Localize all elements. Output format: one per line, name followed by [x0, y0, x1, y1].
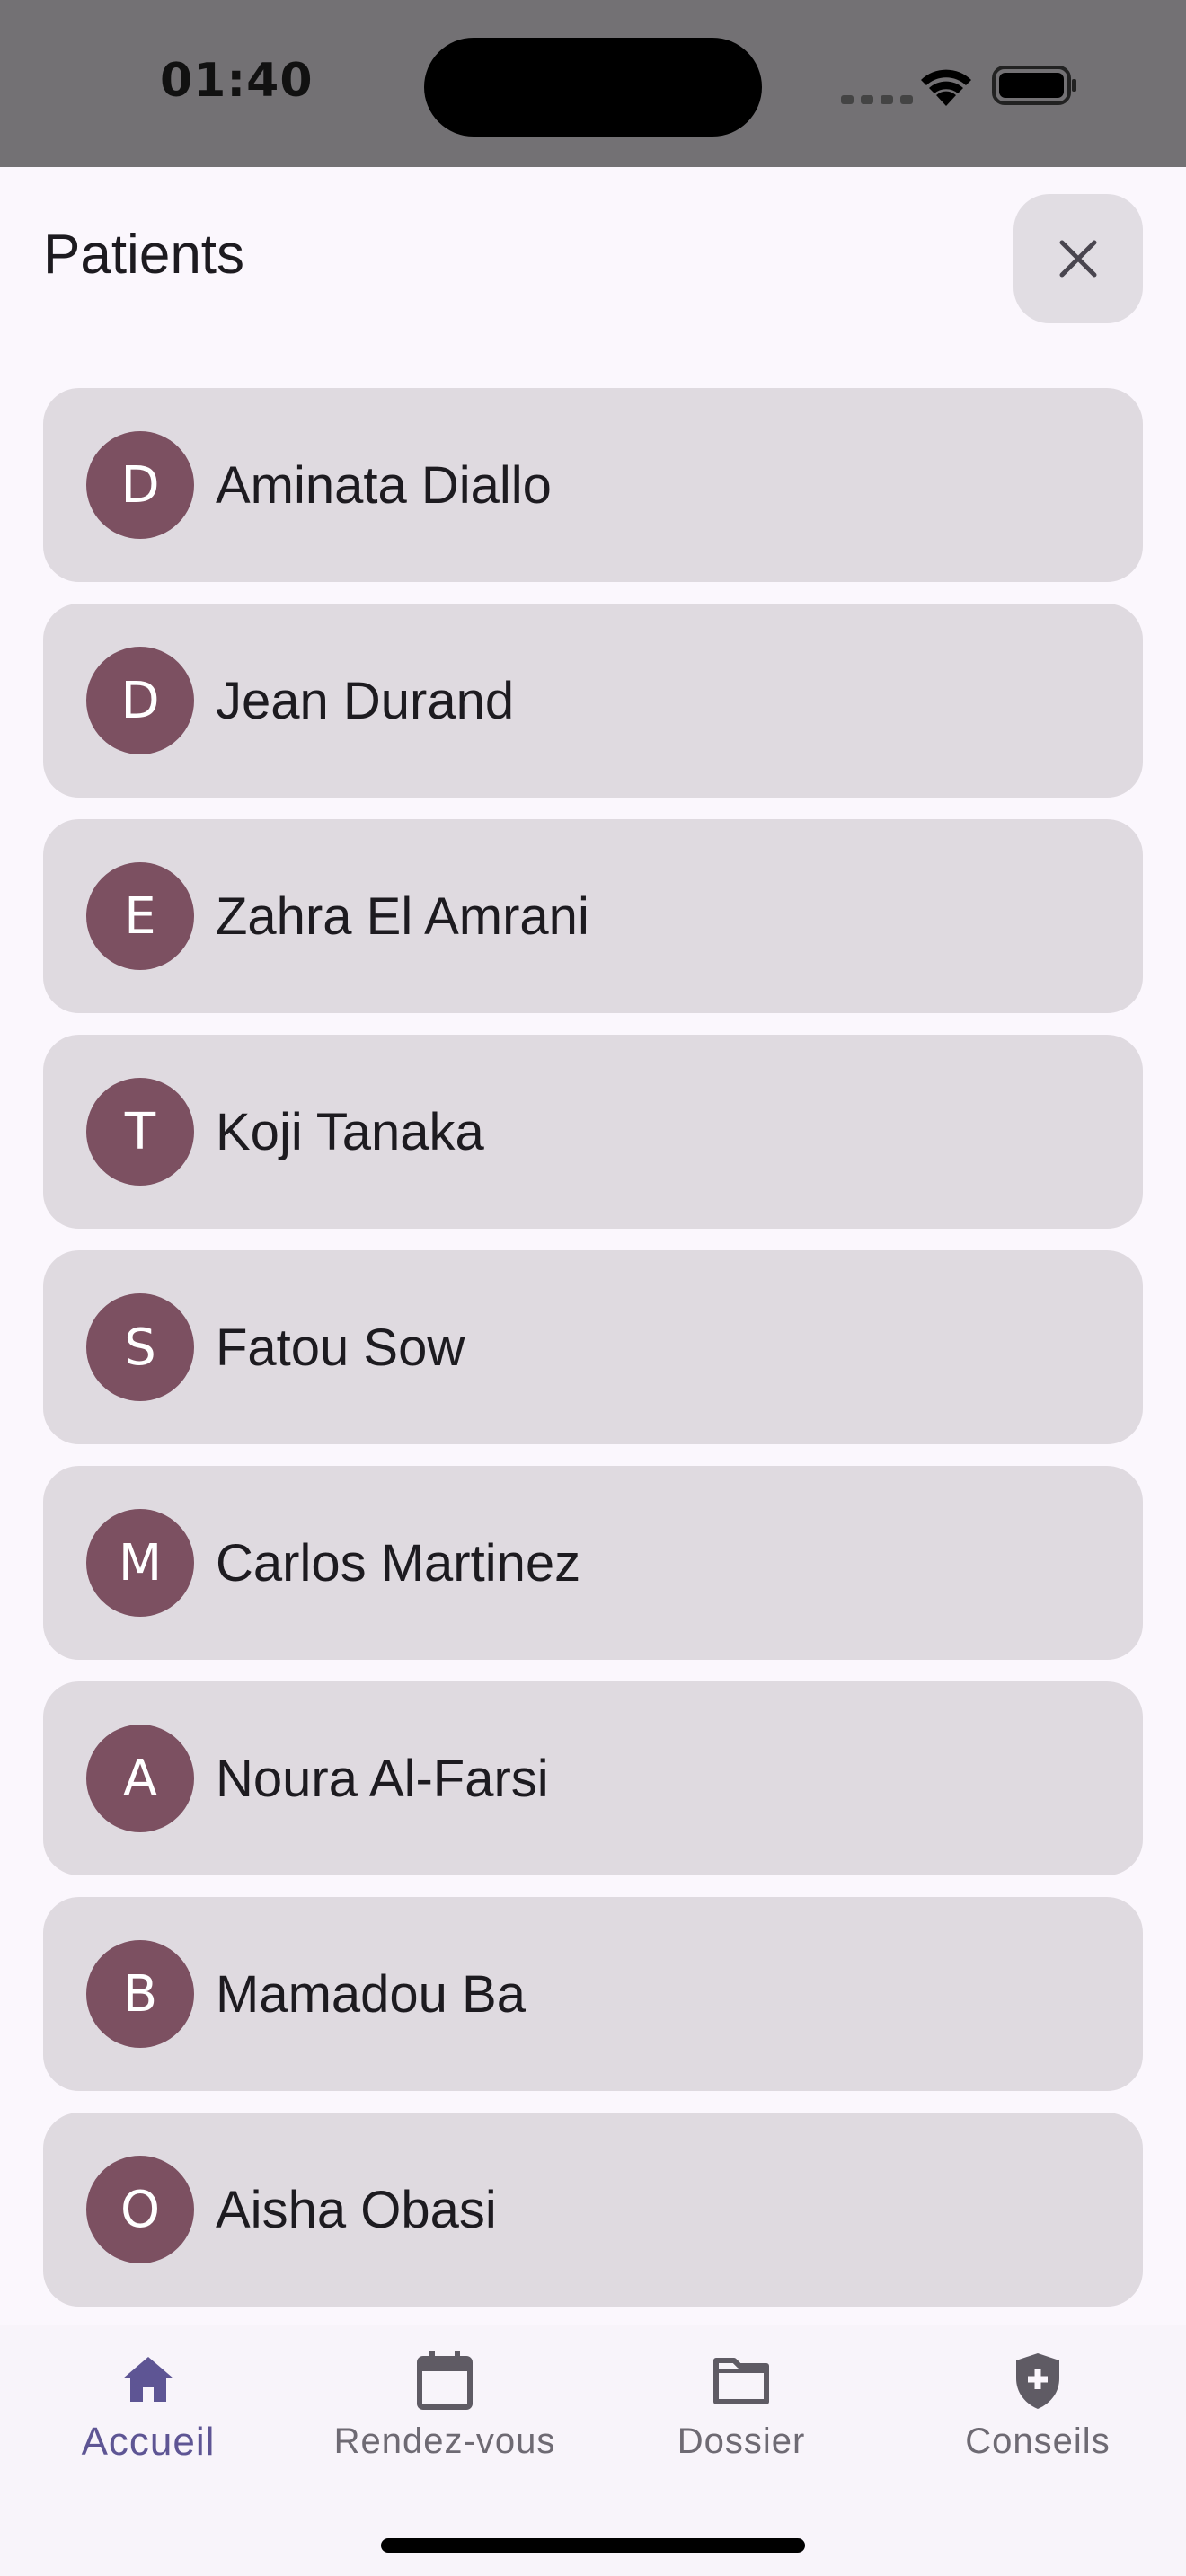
page-title: Patients: [43, 224, 245, 286]
nav-label-conseils: Conseils: [965, 2422, 1111, 2461]
patient-list-item[interactable]: T Koji Tanaka: [43, 1035, 1143, 1229]
patient-list-item[interactable]: D Aminata Diallo: [43, 388, 1143, 582]
home-indicator[interactable]: [381, 2538, 805, 2553]
avatar: S: [86, 1293, 194, 1401]
nav-item-accueil[interactable]: Accueil: [0, 2325, 296, 2504]
calendar-icon: [417, 2351, 473, 2410]
patient-name: Mamadou Ba: [216, 1964, 526, 2024]
nav-item-rendez-vous[interactable]: Rendez-vous: [296, 2325, 593, 2504]
patient-list-item[interactable]: B Mamadou Ba: [43, 1897, 1143, 2091]
wifi-icon: [921, 69, 971, 106]
patient-name: Carlos Martinez: [216, 1533, 581, 1592]
dynamic-island: [424, 38, 762, 137]
patient-name: Aminata Diallo: [216, 455, 552, 515]
avatar: D: [86, 431, 194, 539]
cellular-signal-icon: [841, 95, 913, 104]
home-icon: [123, 2357, 173, 2402]
patient-name: Aisha Obasi: [216, 2180, 497, 2239]
patient-list-item[interactable]: D Jean Durand: [43, 604, 1143, 798]
avatar: O: [86, 2156, 194, 2263]
patient-list-item[interactable]: M Carlos Martinez: [43, 1466, 1143, 1660]
close-icon: [1059, 240, 1097, 278]
patient-list-item[interactable]: O Aisha Obasi: [43, 2113, 1143, 2307]
avatar: E: [86, 862, 194, 970]
avatar: M: [86, 1509, 194, 1617]
nav-label-dossier: Dossier: [677, 2422, 806, 2461]
patient-list: D Aminata Diallo D Jean Durand E Zahra E…: [43, 388, 1143, 2328]
nav-item-conseils[interactable]: Conseils: [890, 2325, 1186, 2504]
shield-plus-icon: [1016, 2353, 1059, 2409]
folder-icon: [713, 2358, 769, 2404]
status-time: 01:40: [160, 54, 314, 108]
nav-item-dossier[interactable]: Dossier: [593, 2325, 890, 2504]
patient-name: Zahra El Amrani: [216, 887, 589, 946]
status-bar: 01:40: [0, 0, 1186, 167]
battery-icon: [992, 66, 1076, 105]
patient-list-item[interactable]: E Zahra El Amrani: [43, 819, 1143, 1013]
nav-label-accueil: Accueil: [81, 2420, 216, 2464]
nav-label-rendez-vous: Rendez-vous: [333, 2422, 556, 2461]
patient-list-item[interactable]: S Fatou Sow: [43, 1250, 1143, 1444]
avatar: T: [86, 1078, 194, 1186]
avatar: D: [86, 647, 194, 754]
patient-name: Noura Al-Farsi: [216, 1749, 549, 1808]
avatar: A: [86, 1725, 194, 1832]
patient-list-item[interactable]: A Noura Al-Farsi: [43, 1681, 1143, 1875]
close-button[interactable]: [1013, 194, 1143, 323]
patient-name: Koji Tanaka: [216, 1102, 484, 1161]
patient-name: Jean Durand: [216, 671, 515, 730]
patient-name: Fatou Sow: [216, 1318, 465, 1377]
avatar: B: [86, 1940, 194, 2048]
